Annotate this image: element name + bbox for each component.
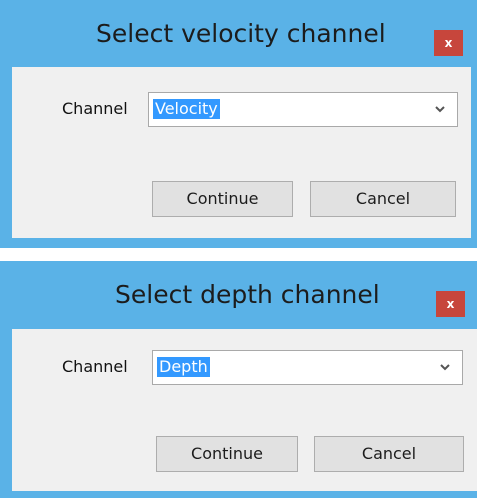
dialog-body: Channel Velocity Continue Cancel <box>12 67 471 238</box>
continue-button[interactable]: Continue <box>152 181 293 217</box>
channel-label: Channel <box>62 357 128 376</box>
channel-select-value: Velocity <box>153 99 220 119</box>
velocity-channel-dialog: Select velocity channel x Channel Veloci… <box>0 0 477 248</box>
chevron-down-icon <box>440 364 450 371</box>
channel-select[interactable]: Velocity <box>148 92 458 127</box>
cancel-button[interactable]: Cancel <box>314 436 464 472</box>
depth-channel-dialog: Select depth channel x Channel Depth Con… <box>0 261 477 498</box>
close-icon: x <box>444 36 453 50</box>
dialog-title: Select velocity channel <box>96 19 386 48</box>
continue-button[interactable]: Continue <box>156 436 298 472</box>
dialog-body: Channel Depth Continue Cancel <box>12 329 477 491</box>
chevron-down-icon <box>435 106 445 113</box>
close-icon: x <box>446 297 455 311</box>
channel-select-value: Depth <box>157 357 210 377</box>
close-button[interactable]: x <box>434 30 463 56</box>
dialog-titlebar[interactable]: Select velocity channel x <box>0 0 477 67</box>
close-button[interactable]: x <box>436 291 465 317</box>
cancel-button[interactable]: Cancel <box>310 181 456 217</box>
channel-select[interactable]: Depth <box>152 350 463 385</box>
dialog-title: Select depth channel <box>115 280 380 309</box>
channel-label: Channel <box>62 99 128 118</box>
dialog-titlebar[interactable]: Select depth channel x <box>0 261 477 328</box>
